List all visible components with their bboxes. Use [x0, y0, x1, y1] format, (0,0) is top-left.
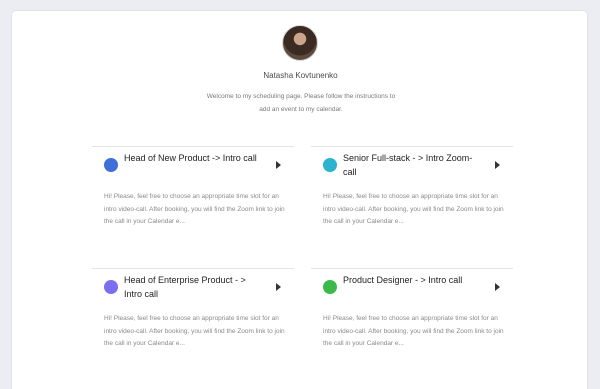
caret-right-icon[interactable] — [495, 161, 500, 169]
event-description: Hi! Please, feel free to choose an appro… — [323, 193, 504, 225]
event-title[interactable]: Product Designer - > Intro call — [343, 273, 483, 287]
event-type-card[interactable]: Head of New Product -> Intro call Hi! Pl… — [92, 146, 294, 266]
event-color-dot — [323, 280, 337, 294]
caret-right-icon[interactable] — [276, 161, 281, 169]
caret-right-icon[interactable] — [276, 283, 281, 291]
avatar — [282, 25, 318, 61]
event-type-card[interactable]: Senior Full-stack - > Intro Zoom-call Hi… — [311, 146, 513, 266]
event-color-dot — [323, 158, 337, 172]
event-description: Hi! Please, feel free to choose an appro… — [104, 315, 285, 347]
event-color-dot — [104, 158, 118, 172]
event-color-dot — [104, 280, 118, 294]
profile-name: Natasha Kovtunenko — [263, 71, 338, 80]
scheduling-card: Natasha Kovtunenko Welcome to my schedul… — [11, 10, 588, 389]
welcome-message: Welcome to my scheduling page. Please fo… — [206, 93, 396, 113]
event-type-card[interactable]: Product Designer - > Intro call Hi! Plea… — [311, 268, 513, 389]
event-title[interactable]: Senior Full-stack - > Intro Zoom-call — [343, 151, 483, 179]
caret-right-icon[interactable] — [495, 283, 500, 291]
event-description: Hi! Please, feel free to choose an appro… — [104, 193, 285, 225]
event-type-card[interactable]: Head of Enterprise Product - > Intro cal… — [92, 268, 294, 389]
event-description: Hi! Please, feel free to choose an appro… — [323, 315, 504, 347]
event-title[interactable]: Head of Enterprise Product - > Intro cal… — [124, 273, 264, 301]
event-title[interactable]: Head of New Product -> Intro call — [124, 151, 264, 165]
